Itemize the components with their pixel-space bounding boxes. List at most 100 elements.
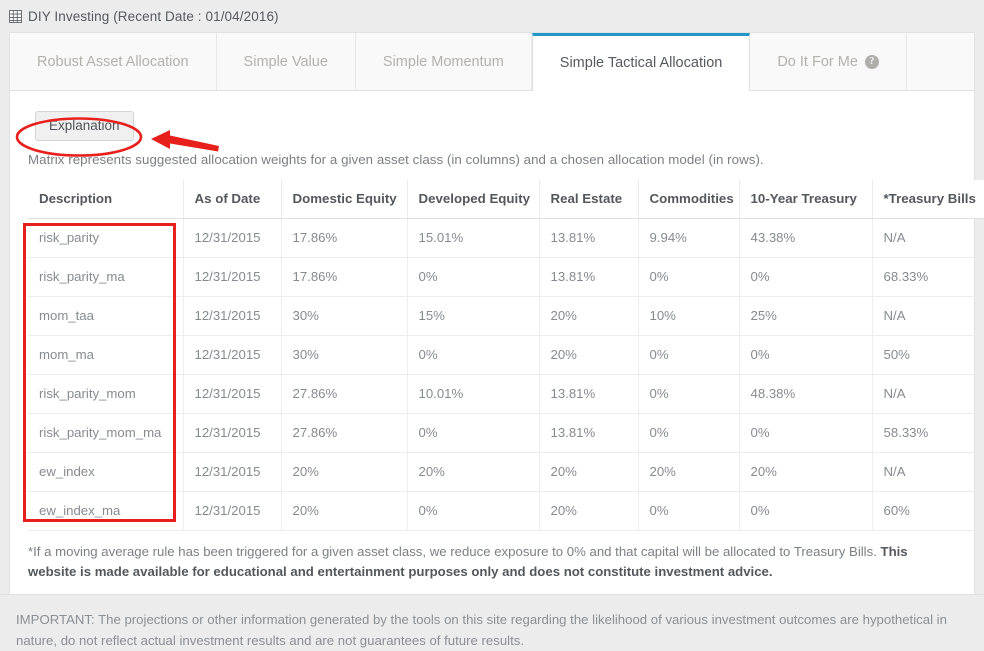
cell-as-of-date: 12/31/2015: [183, 257, 282, 297]
cell-10-year-treasury: 20%: [739, 452, 873, 492]
tab-simple-momentum[interactable]: Simple Momentum: [355, 33, 532, 90]
intro-text: Matrix represents suggested allocation w…: [28, 152, 764, 167]
cell-commodities: 0%: [638, 413, 740, 453]
cell-domestic-equity: 30%: [281, 296, 408, 336]
cell-commodities: 20%: [638, 452, 740, 492]
explanation-button[interactable]: Explanation: [35, 111, 134, 141]
cell-real-estate: 20%: [539, 296, 639, 336]
cell-domestic-equity: 27.86%: [281, 413, 408, 453]
cell-description: mom_taa: [28, 296, 184, 336]
table-row: risk_parity_mom_ma 12/31/2015 27.86% 0% …: [28, 413, 984, 453]
tab-label: Simple Value: [243, 53, 328, 70]
page-title: DIY Investing (Recent Date : 01/04/2016): [28, 8, 279, 24]
cell-real-estate: 13.81%: [539, 257, 639, 297]
cell-description: mom_ma: [28, 335, 184, 375]
table-row: ew_index 12/31/2015 20% 20% 20% 20% 20% …: [28, 452, 984, 492]
cell-treasury-bills: N/A: [872, 452, 984, 492]
table-footnote: *If a moving average rule has been trigg…: [28, 542, 950, 583]
cell-description: risk_parity_mom_ma: [28, 413, 184, 453]
cell-treasury-bills: 58.33%: [872, 413, 984, 453]
table-row: risk_parity_ma 12/31/2015 17.86% 0% 13.8…: [28, 257, 984, 297]
cell-as-of-date: 12/31/2015: [183, 296, 282, 336]
cell-10-year-treasury: 48.38%: [739, 374, 873, 414]
table-row: risk_parity_mom 12/31/2015 27.86% 10.01%…: [28, 374, 984, 414]
cell-real-estate: 20%: [539, 335, 639, 375]
table-header-row: Description As of Date Domestic Equity D…: [28, 180, 984, 219]
cell-10-year-treasury: 0%: [739, 413, 873, 453]
cell-real-estate: 20%: [539, 491, 639, 531]
cell-real-estate: 13.81%: [539, 413, 639, 453]
main-panel: Robust Asset Allocation Simple Value Sim…: [9, 32, 984, 594]
allocation-table: Description As of Date Domestic Equity D…: [28, 180, 984, 531]
cell-10-year-treasury: 0%: [739, 257, 873, 297]
cell-commodities: 0%: [638, 374, 740, 414]
cell-description: ew_index_ma: [28, 491, 184, 531]
cell-description: ew_index: [28, 452, 184, 492]
cell-commodities: 0%: [638, 257, 740, 297]
panel-body: Explanation Matrix represents suggested …: [10, 91, 984, 583]
cell-real-estate: 13.81%: [539, 374, 639, 414]
cell-real-estate: 20%: [539, 452, 639, 492]
grid-table-icon: [9, 9, 22, 23]
column-header-treasury-bills[interactable]: *Treasury Bills: [872, 180, 984, 219]
cell-developed-equity: 10.01%: [407, 374, 540, 414]
cell-as-of-date: 12/31/2015: [183, 452, 282, 492]
cell-10-year-treasury: 0%: [739, 491, 873, 531]
cell-description: risk_parity_ma: [28, 257, 184, 297]
cell-domestic-equity: 20%: [281, 452, 408, 492]
tab-robust-asset-allocation[interactable]: Robust Asset Allocation: [10, 33, 217, 90]
cell-treasury-bills: N/A: [872, 374, 984, 414]
table-row: mom_taa 12/31/2015 30% 15% 20% 10% 25% N…: [28, 296, 984, 336]
footer-disclaimer: IMPORTANT: The projections or other info…: [0, 594, 984, 651]
cell-treasury-bills: N/A: [872, 296, 984, 336]
tab-label: Do It For Me: [777, 53, 858, 70]
tab-label: Robust Asset Allocation: [37, 53, 189, 70]
cell-treasury-bills: 60%: [872, 491, 984, 531]
cell-description: risk_parity_mom: [28, 374, 184, 414]
cell-domestic-equity: 20%: [281, 491, 408, 531]
cell-developed-equity: 20%: [407, 452, 540, 492]
column-header-10-year-treasury[interactable]: 10-Year Treasury: [739, 180, 873, 219]
tab-bar: Robust Asset Allocation Simple Value Sim…: [10, 33, 974, 91]
table-body: risk_parity 12/31/2015 17.86% 15.01% 13.…: [28, 218, 984, 531]
cell-real-estate: 13.81%: [539, 218, 639, 258]
cell-as-of-date: 12/31/2015: [183, 374, 282, 414]
cell-10-year-treasury: 0%: [739, 335, 873, 375]
cell-treasury-bills: N/A: [872, 218, 984, 258]
footnote-text: *If a moving average rule has been trigg…: [28, 544, 881, 559]
cell-domestic-equity: 30%: [281, 335, 408, 375]
column-header-commodities[interactable]: Commodities: [638, 180, 740, 219]
cell-as-of-date: 12/31/2015: [183, 335, 282, 375]
column-header-description[interactable]: Description: [28, 180, 184, 219]
window-header: DIY Investing (Recent Date : 01/04/2016): [0, 0, 984, 32]
table-row: mom_ma 12/31/2015 30% 0% 20% 0% 0% 50%: [28, 335, 984, 375]
cell-developed-equity: 15.01%: [407, 218, 540, 258]
cell-developed-equity: 0%: [407, 257, 540, 297]
tab-label: Simple Momentum: [382, 53, 504, 70]
cell-commodities: 10%: [638, 296, 740, 336]
tab-do-it-for-me[interactable]: Do It For Me ?: [750, 33, 907, 90]
column-header-real-estate[interactable]: Real Estate: [539, 180, 639, 219]
column-header-developed-equity[interactable]: Developed Equity: [407, 180, 540, 219]
column-header-as-of-date[interactable]: As of Date: [183, 180, 282, 219]
tab-simple-tactical-allocation[interactable]: Simple Tactical Allocation: [531, 33, 751, 91]
cell-treasury-bills: 68.33%: [872, 257, 984, 297]
column-header-domestic-equity[interactable]: Domestic Equity: [281, 180, 408, 219]
cell-domestic-equity: 17.86%: [281, 257, 408, 297]
tab-simple-value[interactable]: Simple Value: [216, 33, 356, 90]
cell-developed-equity: 0%: [407, 413, 540, 453]
cell-description: risk_parity: [28, 218, 184, 258]
cell-commodities: 0%: [638, 335, 740, 375]
cell-developed-equity: 0%: [407, 335, 540, 375]
cell-10-year-treasury: 43.38%: [739, 218, 873, 258]
cell-domestic-equity: 27.86%: [281, 374, 408, 414]
cell-10-year-treasury: 25%: [739, 296, 873, 336]
table-row: risk_parity 12/31/2015 17.86% 15.01% 13.…: [28, 218, 984, 258]
cell-treasury-bills: 50%: [872, 335, 984, 375]
cell-as-of-date: 12/31/2015: [183, 491, 282, 531]
cell-as-of-date: 12/31/2015: [183, 218, 282, 258]
cell-developed-equity: 0%: [407, 491, 540, 531]
cell-domestic-equity: 17.86%: [281, 218, 408, 258]
table-row: ew_index_ma 12/31/2015 20% 0% 20% 0% 0% …: [28, 491, 984, 531]
question-circle-icon[interactable]: ?: [864, 54, 879, 69]
